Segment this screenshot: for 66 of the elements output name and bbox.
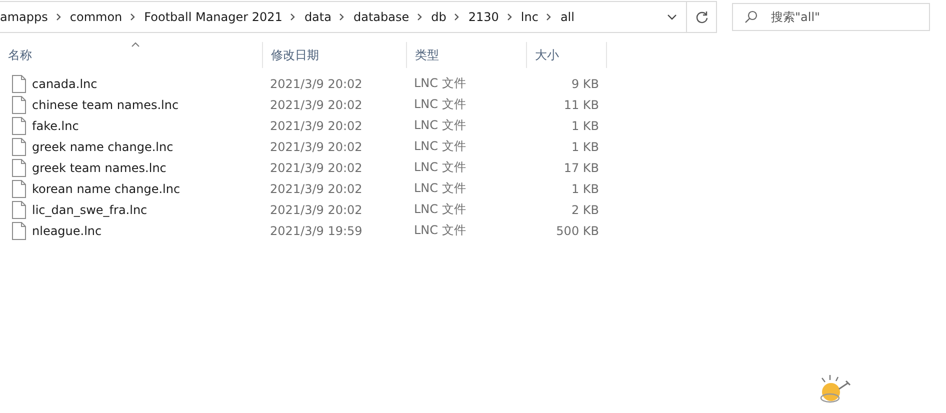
file-icon	[12, 138, 26, 156]
chevron-icon	[454, 13, 460, 21]
file-name[interactable]: greek name change.lnc	[32, 140, 174, 154]
breadcrumb-item[interactable]: lnc	[520, 10, 538, 24]
breadcrumb-item[interactable]: database	[353, 10, 410, 24]
file-size: 11 KB	[564, 98, 599, 112]
chevron-icon	[506, 13, 513, 21]
search-field[interactable]: 搜索"all"	[732, 3, 930, 31]
chevron-icon	[417, 13, 424, 21]
chevron-icon	[546, 13, 552, 21]
file-name[interactable]: fake.lnc	[32, 118, 79, 132]
file-size: 1 KB	[571, 140, 599, 154]
file-type: LNC 文件	[414, 223, 466, 237]
file-type: LNC 文件	[414, 118, 466, 132]
chevron-icon	[130, 13, 136, 21]
breadcrumb-item[interactable]: all	[560, 10, 574, 24]
modified-date: 2021/3/9 20:02	[270, 202, 362, 216]
file-icon	[12, 222, 26, 240]
breadcrumb-item[interactable]: Football Manager 2021	[144, 10, 282, 24]
chevron-icon	[290, 13, 296, 21]
file-size: 9 KB	[571, 76, 599, 90]
file-name[interactable]: nleague.lnc	[32, 224, 102, 238]
file-size: 1 KB	[571, 118, 599, 132]
file-icon	[12, 180, 26, 198]
modified-date: 2021/3/9 20:02	[270, 140, 362, 154]
caret-icon	[667, 14, 677, 20]
chevron-icon	[56, 13, 62, 21]
breadcrumb-item[interactable]: common	[70, 10, 122, 24]
file-icon	[12, 74, 26, 92]
file-type: LNC 文件	[414, 76, 466, 90]
file-name[interactable]: canada.lnc	[32, 76, 98, 90]
file-name[interactable]: lic_dan_swe_fra.lnc	[32, 202, 148, 216]
column-header[interactable]: 类型	[407, 42, 527, 68]
file-name[interactable]: chinese team names.lnc	[32, 98, 179, 112]
column-header[interactable]: 名称	[0, 42, 263, 68]
refresh-icon	[694, 10, 708, 24]
file-name[interactable]: korean name change.lnc	[32, 182, 180, 196]
modified-date: 2021/3/9 20:02	[270, 98, 362, 112]
file-size: 17 KB	[564, 160, 599, 174]
modified-date: 2021/3/9 20:02	[270, 118, 362, 132]
breadcrumb-item[interactable]: amapps	[0, 10, 48, 24]
file-type: LNC 文件	[414, 181, 466, 195]
file-type: LNC 文件	[414, 97, 466, 111]
file-icon	[12, 96, 26, 114]
file-name[interactable]: greek team names.lnc	[32, 160, 166, 174]
breadcrumb-item[interactable]: data	[304, 10, 332, 24]
file-type: LNC 文件	[414, 139, 466, 153]
modified-date: 2021/3/9 20:02	[270, 76, 362, 90]
modified-date: 2021/3/9 20:02	[270, 182, 362, 196]
modified-date: 2021/3/9 20:02	[270, 160, 362, 174]
breadcrumb-item[interactable]: db	[431, 10, 446, 24]
column-header[interactable]: 大小	[527, 42, 607, 68]
file-size: 2 KB	[571, 202, 599, 216]
chevron-icon	[339, 13, 346, 21]
breadcrumb-item[interactable]: 2130	[468, 10, 499, 24]
search-icon	[744, 10, 758, 24]
file-icon	[12, 158, 26, 176]
file-type: LNC 文件	[414, 202, 466, 216]
modified-date: 2021/3/9 19:59	[270, 224, 362, 238]
file-size: 500 KB	[556, 224, 599, 238]
column-header[interactable]: 修改日期	[263, 42, 407, 68]
file-size: 1 KB	[571, 182, 599, 196]
file-icon	[12, 116, 26, 134]
file-icon	[12, 200, 26, 218]
file-type: LNC 文件	[414, 160, 466, 174]
address-bar[interactable]: amapps common Football Manager 2021 data database db 2130 lnc all	[0, 1, 717, 33]
